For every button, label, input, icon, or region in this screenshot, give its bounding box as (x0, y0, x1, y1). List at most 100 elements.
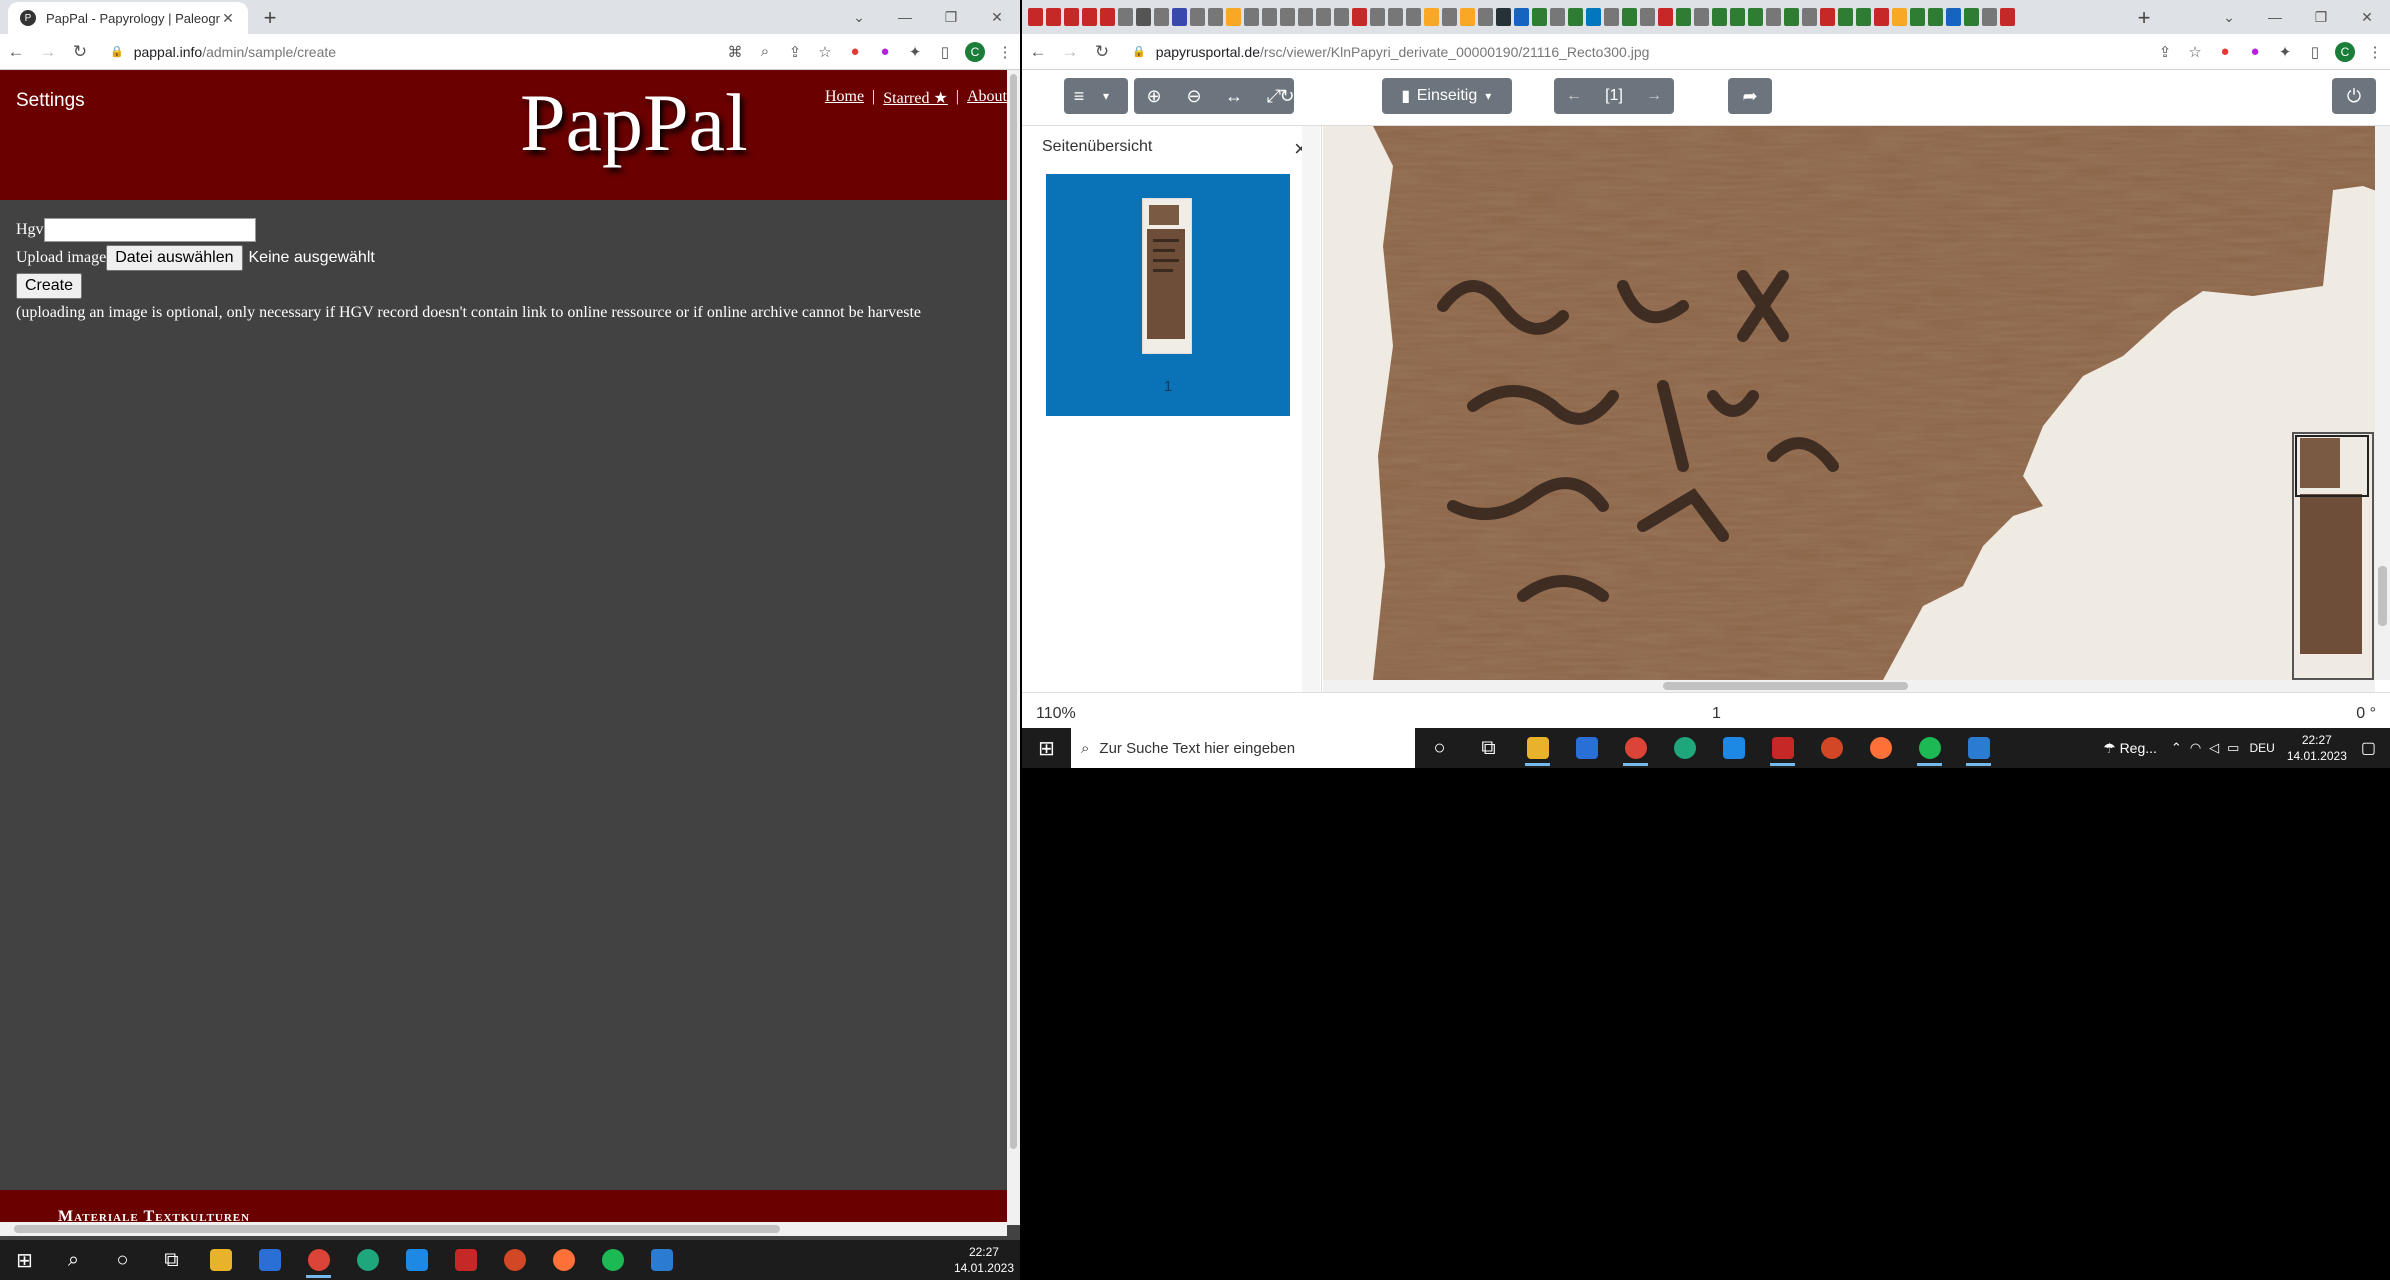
sidebar-menu-button[interactable]: ≡ ▾ (1064, 78, 1128, 114)
pinned-tab-favicon-icon[interactable] (1838, 8, 1853, 26)
choose-file-button[interactable]: Datei auswählen (106, 245, 243, 271)
weather-widget[interactable]: ☂ Reg... (2103, 740, 2157, 757)
chrome-icon[interactable] (294, 1240, 343, 1280)
pinned-tab-favicon-icon[interactable] (1856, 8, 1871, 26)
pinned-tab-favicon-icon[interactable] (1262, 8, 1277, 26)
store-icon[interactable] (1562, 728, 1611, 768)
pinned-tab-favicon-icon[interactable] (1712, 8, 1727, 26)
pinned-tab-favicon-icon[interactable] (1748, 8, 1763, 26)
edge-icon[interactable] (343, 1240, 392, 1280)
pinned-tab-favicon-icon[interactable] (1676, 8, 1691, 26)
sidebar-scrollbar[interactable] (1302, 126, 1320, 692)
close-tab-icon[interactable]: ✕ (220, 10, 236, 27)
pinned-tab-favicon-icon[interactable] (1208, 8, 1223, 26)
pinned-tab-favicon-icon[interactable] (1532, 8, 1547, 26)
bookmark-star-icon[interactable]: ☆ (810, 43, 840, 61)
create-button[interactable]: Create (16, 273, 83, 299)
tab-search-icon[interactable]: ⌄ (2206, 0, 2252, 34)
extensions-puzzle-icon[interactable]: ✦ (900, 43, 930, 61)
menu-kebab-icon[interactable]: ⋮ (990, 43, 1020, 61)
share-icon[interactable]: ⇪ (2150, 43, 2180, 61)
hgv-input[interactable] (43, 218, 256, 242)
extensions-puzzle-icon[interactable]: ✦ (2270, 43, 2300, 61)
close-window-button[interactable]: ✕ (974, 0, 1020, 34)
reload-button[interactable]: ↻ (64, 42, 96, 62)
extension-red-icon[interactable]: ● (840, 43, 870, 60)
pinned-tab-favicon-icon[interactable] (1100, 8, 1115, 26)
pinned-tab-favicon-icon[interactable] (1928, 8, 1943, 26)
bookmark-star-icon[interactable]: ☆ (2180, 43, 2210, 61)
pinned-tab-favicon-icon[interactable] (1280, 8, 1295, 26)
share-icon[interactable]: ⇪ (780, 43, 810, 61)
pinned-tab-favicon-icon[interactable] (1694, 8, 1709, 26)
sidepanel-icon[interactable]: ▯ (930, 43, 960, 61)
pinned-tab-favicon-icon[interactable] (1442, 8, 1457, 26)
nav-about-link[interactable]: About (967, 88, 1007, 108)
pinned-tab-favicon-icon[interactable] (1370, 8, 1385, 26)
scrollbar-thumb[interactable] (1663, 682, 1908, 690)
task-view-icon[interactable]: ⧉ (1464, 728, 1513, 768)
zoom-in-icon[interactable]: ⊕ (1134, 86, 1174, 107)
page-horizontal-scrollbar[interactable] (0, 1222, 1007, 1236)
papyrus-image-canvas[interactable] (1323, 126, 2390, 680)
cortana-icon[interactable]: ○ (1415, 728, 1464, 768)
back-button[interactable]: ← (0, 42, 32, 62)
pinned-tab-favicon-icon[interactable] (1640, 8, 1655, 26)
zoom-out-icon[interactable]: ⊖ (1174, 86, 1214, 107)
pinned-tab-favicon-icon[interactable] (1082, 8, 1097, 26)
pinned-tab-favicon-icon[interactable] (1334, 8, 1349, 26)
pinned-tab-favicon-icon[interactable] (1388, 8, 1403, 26)
store-icon[interactable] (245, 1240, 294, 1280)
sidepanel-icon[interactable]: ▯ (2300, 43, 2330, 61)
pinned-tab-favicon-icon[interactable] (1298, 8, 1313, 26)
pinned-tab-favicon-icon[interactable] (1424, 8, 1439, 26)
pinned-tab-favicon-icon[interactable] (1460, 8, 1475, 26)
task-view-icon[interactable]: ⧉ (147, 1240, 196, 1280)
pinned-tab-favicon-icon[interactable] (1730, 8, 1745, 26)
photos-icon[interactable] (637, 1240, 686, 1280)
minimize-button[interactable]: — (2252, 0, 2298, 34)
url-field[interactable]: 🔒 pappal.info/admin/sample/create (104, 38, 712, 66)
powerpoint-icon[interactable] (490, 1240, 539, 1280)
forward-button[interactable]: → (32, 42, 64, 62)
pinned-tab-favicon-icon[interactable] (1136, 8, 1151, 26)
cortana-icon[interactable]: ○ (98, 1240, 147, 1280)
pinned-tab-favicon-icon[interactable] (1622, 8, 1637, 26)
photos-icon[interactable] (1954, 728, 2003, 768)
pinned-tab-favicon-icon[interactable] (1892, 8, 1907, 26)
edge-icon[interactable] (1660, 728, 1709, 768)
pinned-tab-favicon-icon[interactable] (1064, 8, 1079, 26)
pinned-tab-favicon-icon[interactable] (1190, 8, 1205, 26)
translate-icon[interactable]: ⌘ (720, 43, 750, 61)
volume-icon[interactable]: ◁ (2209, 740, 2219, 756)
network-icon[interactable]: ◠ (2190, 740, 2201, 756)
previous-page-icon[interactable]: ← (1554, 87, 1594, 105)
acrobat-icon[interactable] (1758, 728, 1807, 768)
viewer-horizontal-scrollbar[interactable] (1323, 680, 2375, 692)
pinned-tab-favicon-icon[interactable] (1154, 8, 1169, 26)
windows-start-icon[interactable]: ⊞ (0, 1240, 49, 1280)
spotify-icon[interactable] (1905, 728, 1954, 768)
pinned-tab-favicon-icon[interactable] (1604, 8, 1619, 26)
close-window-button[interactable]: ✕ (2344, 0, 2390, 34)
acrobat-icon[interactable] (441, 1240, 490, 1280)
chrome-icon[interactable] (1611, 728, 1660, 768)
notification-icon[interactable]: ▢ (2361, 738, 2376, 758)
file-explorer-icon[interactable] (1513, 728, 1562, 768)
pinned-tab-favicon-icon[interactable] (2000, 8, 2015, 26)
firefox-icon[interactable] (1856, 728, 1905, 768)
profile-avatar[interactable]: C (960, 41, 990, 62)
pinned-tab-favicon-icon[interactable] (1046, 8, 1061, 26)
nav-home-link[interactable]: Home (825, 88, 864, 108)
pinned-tab-favicon-icon[interactable] (1784, 8, 1799, 26)
pinned-tab-favicon-icon[interactable] (1496, 8, 1511, 26)
new-tab-button[interactable]: + (256, 4, 284, 32)
pinned-tab-favicon-icon[interactable] (1406, 8, 1421, 26)
pinned-tab-favicon-icon[interactable] (1568, 8, 1583, 26)
pinned-tab-favicon-icon[interactable] (1550, 8, 1565, 26)
pinned-tab-favicon-icon[interactable] (1586, 8, 1601, 26)
pinned-tab-favicon-icon[interactable] (1478, 8, 1493, 26)
minimize-button[interactable]: — (882, 0, 928, 34)
back-button[interactable]: ← (1022, 42, 1054, 62)
taskbar-clock[interactable]: 22:27 14.01.2023 (2287, 732, 2347, 764)
